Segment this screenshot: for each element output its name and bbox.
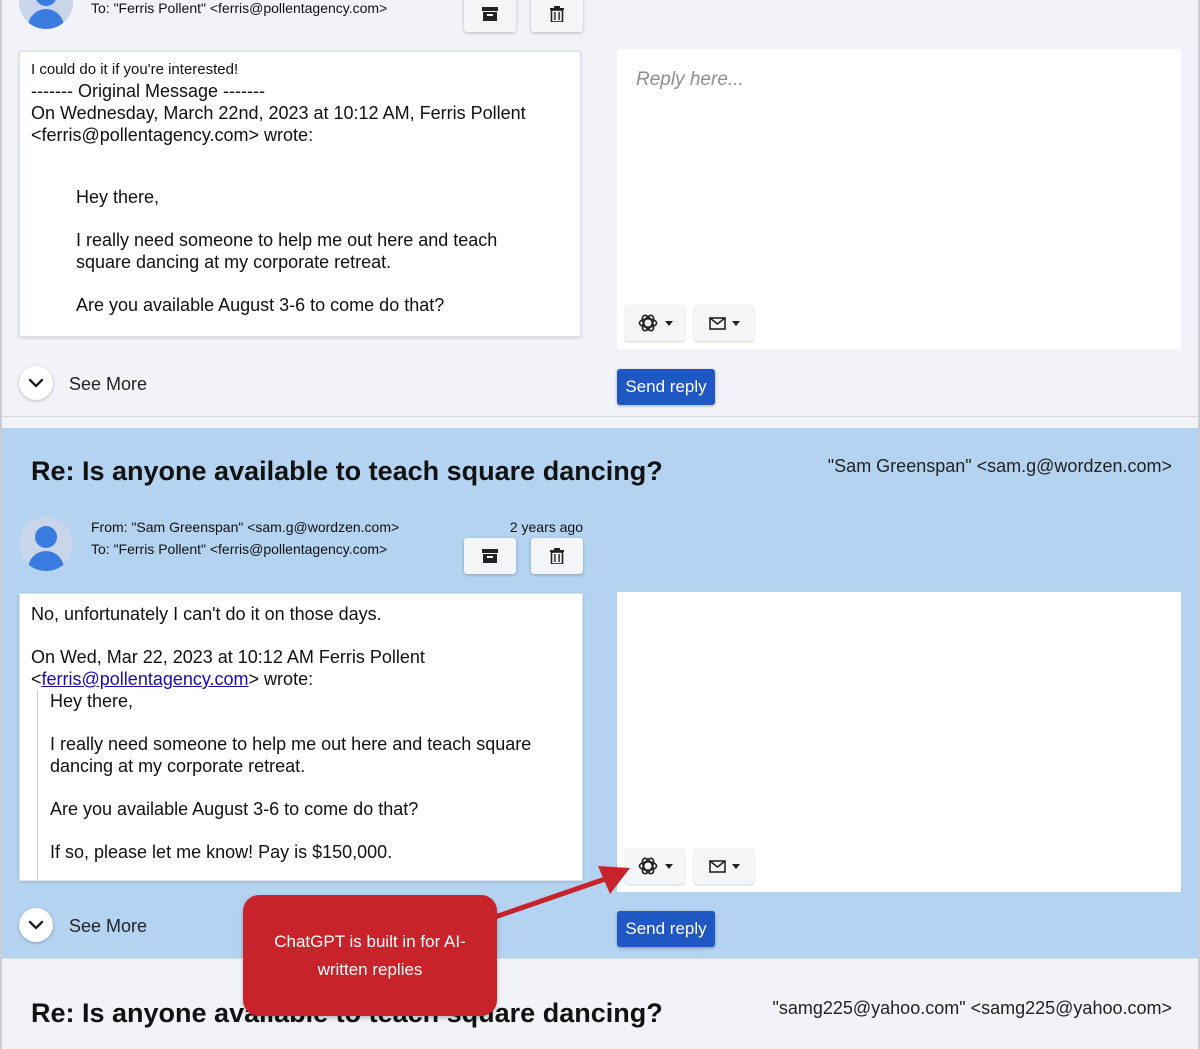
- to-line: To: "Ferris Pollent" <ferris@pollentagen…: [91, 0, 388, 16]
- callout-text: ChatGPT is built in for AI-written repli…: [274, 931, 466, 979]
- archive-icon: [482, 549, 498, 563]
- trash-icon: [550, 6, 564, 22]
- email-template-dropdown[interactable]: [694, 848, 754, 884]
- message-line: On Wednesday, March 22nd, 2023 at 10:12 …: [31, 103, 526, 123]
- message-line: No, unfortunately I can't do it on those…: [31, 604, 382, 624]
- envelope-icon: [708, 859, 726, 873]
- message-line: square dancing at my corporate retreat.: [76, 252, 392, 272]
- from-line: From: "Sam Greenspan" <sam.g@wordzen.com…: [91, 519, 400, 535]
- see-more-label[interactable]: See More: [69, 916, 147, 937]
- email-divider: [0, 416, 1200, 428]
- chevron-down-icon: [731, 320, 740, 326]
- message-body: No, unfortunately I can't do it on those…: [19, 593, 583, 881]
- archive-button[interactable]: [464, 538, 516, 574]
- archive-button[interactable]: [464, 0, 516, 32]
- quoted-message: Hey there, I really need someone to help…: [37, 690, 571, 880]
- see-more-toggle[interactable]: [19, 366, 53, 400]
- email-divider: [0, 958, 1200, 970]
- send-reply-button[interactable]: Send reply: [617, 369, 715, 405]
- message-line: Are you available August 3-6 to come do …: [50, 799, 419, 819]
- annotation-callout: ChatGPT is built in for AI-written repli…: [243, 895, 497, 1016]
- chevron-down-icon: [731, 863, 740, 869]
- message-body: I could do it if you're interested! ----…: [19, 51, 581, 337]
- chatgpt-dropdown-button[interactable]: [625, 305, 685, 341]
- to-line: To: "Ferris Pollent" <ferris@pollentagen…: [91, 541, 388, 557]
- delete-button[interactable]: [531, 0, 583, 32]
- chatgpt-icon: [638, 857, 658, 875]
- message-text: > wrote:: [248, 669, 314, 689]
- sender-address: "samg225@yahoo.com" <samg225@yahoo.com>: [772, 998, 1172, 1018]
- message-line: Hey there,: [50, 691, 134, 711]
- message-line: I really need someone to help me out her…: [76, 230, 498, 250]
- message-line: Are you available August 3-6 to come do …: [76, 295, 445, 315]
- chevron-down-icon: [28, 920, 44, 930]
- chevron-down-icon: [665, 863, 673, 869]
- message-line: <ferris@pollentagency.com> wrote:: [31, 668, 571, 690]
- delete-button[interactable]: [531, 538, 583, 574]
- message-line: ------- Original Message -------: [31, 81, 265, 101]
- message-line: On Wed, Mar 22, 2023 at 10:12 AM Ferris …: [31, 647, 425, 667]
- message-line: I could do it if you're interested!: [31, 61, 239, 78]
- reply-textarea[interactable]: Reply here...: [617, 49, 1181, 349]
- archive-icon: [482, 7, 498, 21]
- message-line: I really need someone to help me out her…: [50, 734, 532, 754]
- chevron-down-icon: [665, 320, 673, 326]
- message-line: Hey there,: [76, 187, 160, 207]
- window-border: [0, 0, 2, 1049]
- see-more-toggle[interactable]: [19, 908, 53, 942]
- timestamp: 2 years ago: [509, 519, 583, 535]
- reply-placeholder: Reply here...: [636, 69, 744, 90]
- see-more-label[interactable]: See More: [69, 374, 147, 395]
- message-line: dancing at my corporate retreat.: [50, 756, 306, 776]
- annotation-arrow: [491, 866, 630, 921]
- message-text: <: [31, 669, 42, 689]
- quoted-message: Hey there, I really need someone to help…: [31, 186, 569, 316]
- avatar: [19, 517, 73, 571]
- trash-icon: [550, 548, 564, 564]
- email-template-dropdown[interactable]: [694, 305, 754, 341]
- email-subject: Re: Is anyone available to teach square …: [31, 456, 663, 486]
- envelope-icon: [708, 316, 726, 330]
- reply-textarea[interactable]: [617, 592, 1181, 892]
- message-line: <ferris@pollentagency.com> wrote:: [31, 125, 314, 145]
- sender-address: "Sam Greenspan" <sam.g@wordzen.com>: [827, 456, 1172, 476]
- chevron-down-icon: [28, 378, 44, 388]
- chatgpt-icon: [638, 314, 658, 332]
- email-link[interactable]: ferris@pollentagency.com: [42, 669, 249, 689]
